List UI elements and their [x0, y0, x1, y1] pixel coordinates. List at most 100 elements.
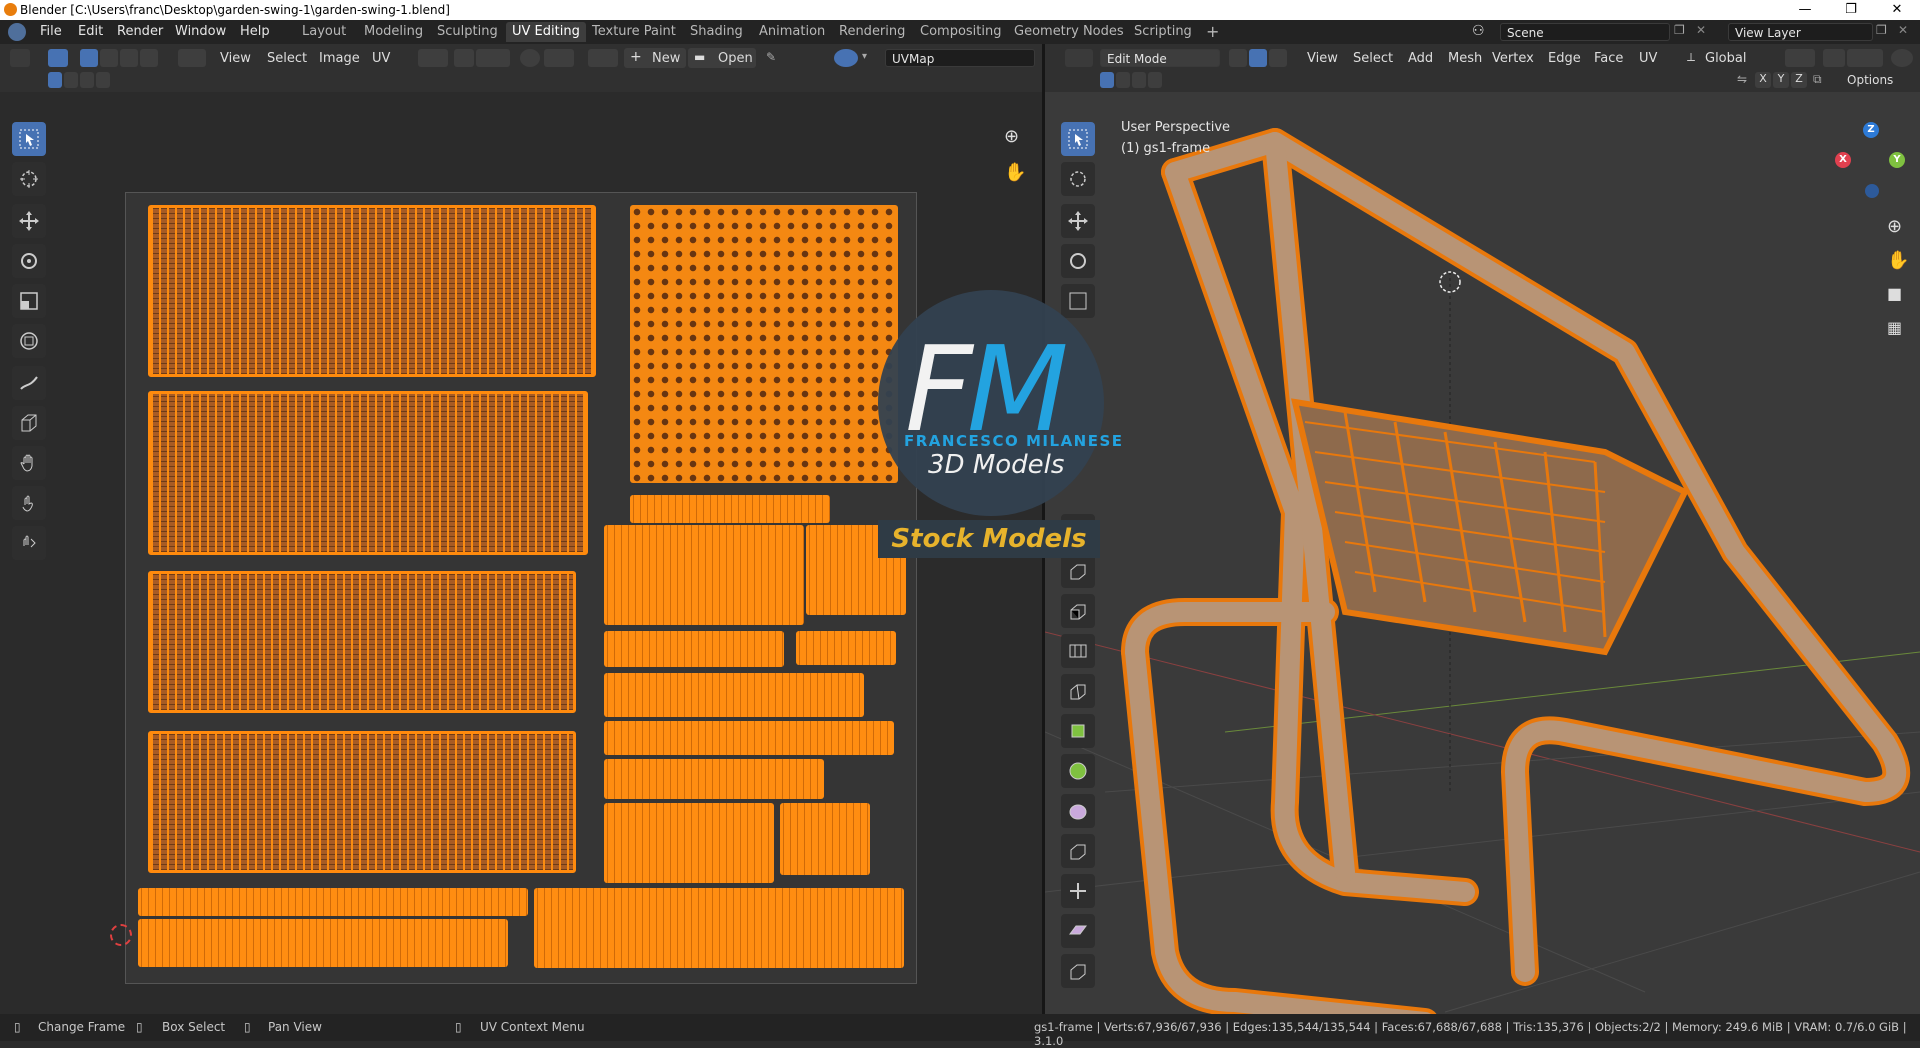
mirror-x-toggle[interactable]: X	[1755, 72, 1771, 88]
uv-menu-uv[interactable]: UV	[372, 51, 390, 66]
uv-island[interactable]	[604, 803, 774, 883]
new-view-layer-icon[interactable]: ❐	[1876, 23, 1887, 37]
scene-selector[interactable]: Scene	[1500, 23, 1670, 41]
proportional-edit-icon[interactable]	[520, 49, 540, 67]
tab-animation[interactable]: Animation	[753, 22, 831, 42]
scale-tool[interactable]	[1061, 284, 1095, 318]
tab-texture-paint[interactable]: Texture Paint	[586, 22, 682, 42]
island-select-icon[interactable]	[140, 49, 158, 67]
editor-type-icon[interactable]	[1065, 49, 1093, 67]
uv-island[interactable]	[796, 631, 896, 665]
camera-icon[interactable]: ■	[1887, 284, 1902, 303]
face-select-icon[interactable]	[1269, 49, 1287, 67]
uv-island[interactable]	[148, 391, 588, 555]
edge-select-icon[interactable]	[1249, 49, 1267, 67]
viewport-menu-vertex[interactable]: Vertex	[1492, 51, 1534, 66]
falloff-icon[interactable]	[544, 49, 574, 67]
gizmo-x-axis[interactable]: X	[1835, 152, 1851, 168]
uv-menu-view[interactable]: View	[220, 51, 251, 66]
proportional-edit-icon[interactable]	[1891, 49, 1913, 67]
inset-tool[interactable]	[1061, 554, 1095, 588]
select-box-tool[interactable]	[1061, 122, 1095, 156]
mirror-z-toggle[interactable]: Z	[1791, 72, 1807, 88]
tab-modeling[interactable]: Modeling	[358, 22, 429, 42]
shrink-fatten-tool[interactable]	[1061, 874, 1095, 908]
cursor-tool[interactable]	[1061, 162, 1095, 196]
new-image-button[interactable]: + New	[624, 48, 686, 68]
snap-target-icon[interactable]	[476, 49, 510, 67]
uv-island[interactable]	[604, 525, 804, 625]
select-box-tool[interactable]	[12, 122, 46, 156]
uv-island[interactable]	[604, 673, 864, 717]
transform-tool[interactable]	[12, 324, 46, 358]
pan-hand-icon[interactable]: ✋	[1887, 250, 1909, 271]
uv-menu-image[interactable]: Image	[319, 51, 360, 66]
edge-slide-tool[interactable]	[1061, 834, 1095, 868]
tab-shading[interactable]: Shading	[684, 22, 749, 42]
zoom-icon[interactable]: ⊕	[1887, 216, 1902, 237]
maximize-button[interactable]: ❐	[1828, 0, 1874, 20]
snap-target-icon[interactable]	[1847, 49, 1883, 67]
loop-cut-tool[interactable]	[1061, 634, 1095, 668]
select-invert-icon[interactable]	[96, 72, 110, 88]
image-browse-icon[interactable]	[588, 49, 618, 67]
uv-island[interactable]	[780, 803, 870, 875]
zoom-icon[interactable]: ⊕	[1004, 126, 1019, 147]
bevel-tool[interactable]	[1061, 594, 1095, 628]
pan-hand-icon[interactable]: ✋	[1004, 162, 1026, 183]
tab-uv-editing[interactable]: UV Editing	[506, 22, 586, 42]
grid-icon[interactable]: ▦	[1887, 318, 1902, 337]
uv-island[interactable]	[604, 631, 784, 667]
select-new-icon[interactable]	[48, 72, 62, 88]
select-subtract-icon[interactable]	[80, 72, 94, 88]
uvmap-selector[interactable]: UVMap	[885, 49, 1035, 67]
snap-icon[interactable]	[1823, 49, 1845, 67]
select-new-icon[interactable]	[1100, 72, 1114, 88]
pin-icon[interactable]: ✎	[766, 50, 776, 64]
cursor-tool[interactable]	[12, 162, 46, 196]
tab-rendering[interactable]: Rendering	[833, 22, 911, 42]
tab-geometry-nodes[interactable]: Geometry Nodes	[1008, 22, 1130, 42]
face-select-icon[interactable]	[120, 49, 138, 67]
tab-compositing[interactable]: Compositing	[914, 22, 1008, 42]
rip-tool[interactable]	[12, 406, 46, 440]
uv-overlays-icon[interactable]	[834, 49, 858, 67]
select-extend-icon[interactable]	[1116, 72, 1130, 88]
mode-selector[interactable]: Edit Mode	[1100, 49, 1220, 67]
smooth-tool[interactable]	[1061, 794, 1095, 828]
move-tool[interactable]	[1061, 204, 1095, 238]
tab-scripting[interactable]: Scripting	[1128, 22, 1198, 42]
orientation-selector[interactable]: Global	[1705, 51, 1746, 66]
pivot-icon[interactable]	[1785, 49, 1815, 67]
vertex-select-icon[interactable]	[80, 49, 98, 67]
uv-island[interactable]	[534, 888, 904, 968]
relax-tool[interactable]	[12, 486, 46, 520]
select-invert-icon[interactable]	[1148, 72, 1162, 88]
uv-island[interactable]	[630, 205, 898, 483]
options-dropdown[interactable]: Options	[1847, 73, 1893, 87]
sticky-select-icon[interactable]	[178, 49, 206, 67]
select-subtract-icon[interactable]	[1132, 72, 1146, 88]
open-image-button[interactable]: ▬ Open	[688, 48, 756, 68]
2d-cursor-icon[interactable]	[110, 924, 132, 946]
viewport-menu-uv[interactable]: UV	[1639, 51, 1657, 66]
tab-sculpting[interactable]: Sculpting	[431, 22, 504, 42]
blender-menu-icon[interactable]	[8, 23, 26, 41]
chevron-down-icon[interactable]: ▾	[862, 51, 867, 62]
uv-island[interactable]	[604, 721, 894, 755]
viewport-menu-add[interactable]: Add	[1408, 51, 1433, 66]
viewport-menu-select[interactable]: Select	[1353, 51, 1393, 66]
add-workspace-button[interactable]: +	[1200, 22, 1225, 42]
uv-island[interactable]	[148, 571, 576, 713]
tab-layout[interactable]: Layout	[296, 22, 352, 42]
gizmo-y-axis[interactable]: Y	[1889, 152, 1905, 168]
grab-tool[interactable]	[12, 446, 46, 480]
viewport-menu-view[interactable]: View	[1307, 51, 1338, 66]
shear-tool[interactable]	[1061, 914, 1095, 948]
snap-icon[interactable]	[454, 49, 474, 67]
select-extend-icon[interactable]	[64, 72, 78, 88]
rotate-tool[interactable]	[12, 244, 46, 278]
annotate-tool[interactable]	[12, 366, 46, 400]
spin-tool[interactable]	[1061, 754, 1095, 788]
scale-tool[interactable]	[12, 284, 46, 318]
